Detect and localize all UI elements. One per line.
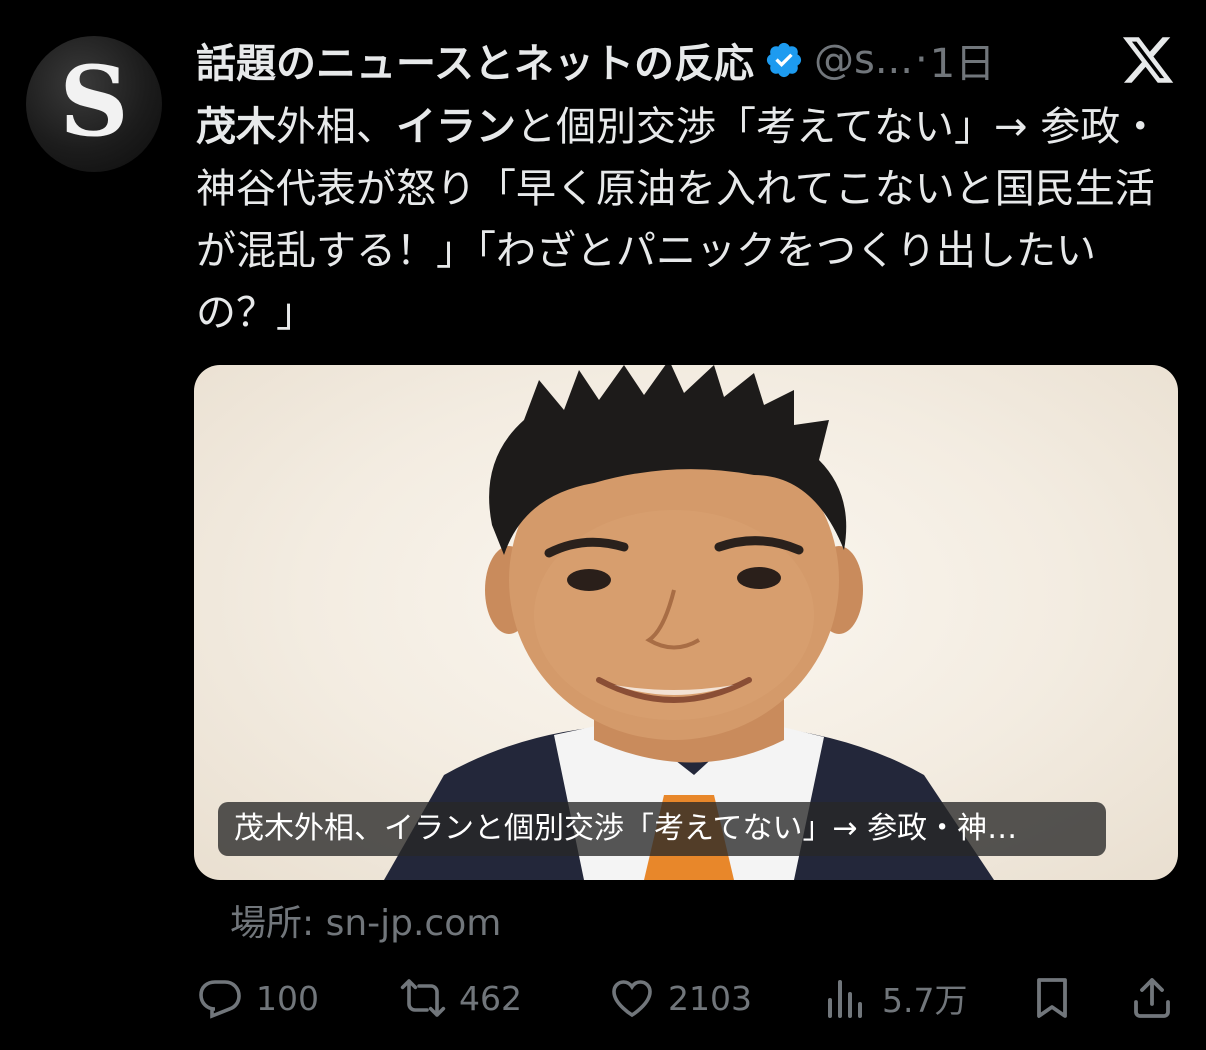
like-icon <box>612 980 652 1018</box>
share-button[interactable] <box>1128 968 1188 1028</box>
link-source[interactable]: 場所: sn-jp.com <box>230 894 501 946</box>
share-icon <box>1134 978 1170 1018</box>
repost-button[interactable]: 462 <box>399 968 522 1028</box>
reply-icon <box>199 980 241 1019</box>
views-count: 5.7万 <box>882 981 968 1020</box>
views-button[interactable]: 5.7万 <box>822 968 967 1028</box>
repost-icon <box>400 979 446 1017</box>
text-bold-name: 茂木 <box>196 104 276 150</box>
avatar-letter: S <box>59 44 129 158</box>
like-button[interactable]: 2103 <box>608 968 752 1028</box>
verified-badge-icon <box>766 42 802 78</box>
like-count: 2103 <box>668 978 752 1018</box>
handle[interactable]: @s... <box>814 37 913 83</box>
separator-dot: · <box>914 37 928 83</box>
text-segment: 外相、 <box>276 104 396 150</box>
display-name[interactable]: 話題のニュースとネットの反応 <box>196 31 754 89</box>
tweet-text: 茂木外相、イランと個別交渉「考えてない」→ 参政・神谷代表が怒り「早く原油を入れ… <box>196 96 1186 344</box>
text-bold-country: イラン <box>396 104 516 150</box>
avatar[interactable]: S <box>26 36 162 172</box>
tweet-header: 話題のニュースとネットの反応 @s... · 1日 <box>196 30 1176 90</box>
media-caption: 茂木外相、イランと個別交渉「考えてない」→ 参政・神… <box>218 802 1106 856</box>
reply-button[interactable]: 100 <box>196 968 319 1028</box>
repost-count: 462 <box>459 978 522 1018</box>
views-icon <box>828 980 862 1018</box>
x-logo-icon[interactable] <box>1120 32 1176 88</box>
timestamp[interactable]: 1日 <box>930 31 995 89</box>
tweet-card[interactable]: S 話題のニュースとネットの反応 @s... · 1日 茂木外相、イランと個別交… <box>0 0 1206 1050</box>
bookmark-icon <box>1037 978 1067 1018</box>
bookmark-button[interactable] <box>1028 968 1088 1028</box>
reply-count: 100 <box>256 978 319 1018</box>
action-bar: 100 462 2103 5.7万 <box>196 968 1176 1028</box>
